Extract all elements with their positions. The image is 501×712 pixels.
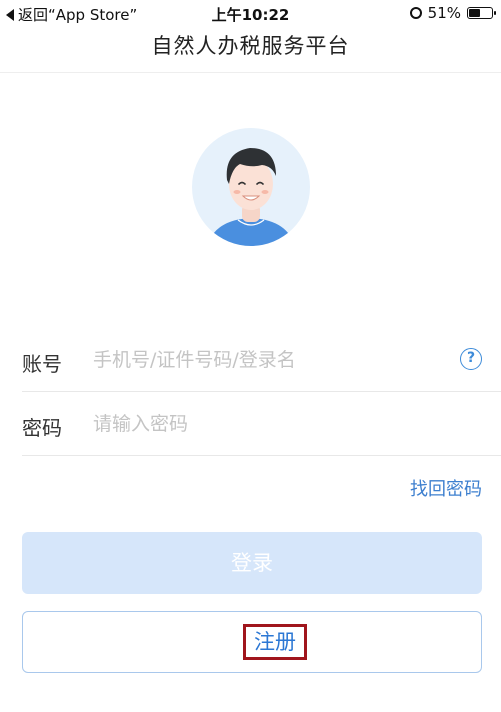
password-label: 密码 bbox=[22, 416, 62, 440]
alarm-icon bbox=[409, 7, 422, 19]
account-divider bbox=[22, 391, 501, 392]
battery-percent: 51% bbox=[427, 4, 461, 22]
register-button[interactable]: 注册 bbox=[22, 611, 482, 673]
login-button[interactable]: 登录 bbox=[22, 532, 482, 594]
avatar-graphic bbox=[192, 128, 310, 246]
battery-fill bbox=[469, 9, 480, 17]
account-label: 账号 bbox=[22, 352, 62, 376]
nav-divider bbox=[0, 72, 501, 73]
status-bar: 返回“App Store” 上午10:22 51% bbox=[0, 0, 501, 28]
password-input[interactable] bbox=[93, 408, 443, 440]
register-label: 注册 bbox=[243, 624, 307, 660]
page-title: 自然人办税服务平台 bbox=[151, 34, 350, 58]
forgot-password-link[interactable]: 找回密码 bbox=[410, 475, 482, 501]
account-input[interactable] bbox=[93, 344, 443, 376]
account-row: 账号 ? bbox=[0, 330, 501, 392]
status-right-group: 51% bbox=[409, 4, 496, 22]
help-icon[interactable]: ? bbox=[460, 348, 482, 370]
user-avatar-icon bbox=[192, 128, 310, 246]
password-divider bbox=[22, 455, 501, 456]
password-row: 密码 bbox=[0, 394, 501, 456]
battery-icon bbox=[467, 7, 496, 19]
